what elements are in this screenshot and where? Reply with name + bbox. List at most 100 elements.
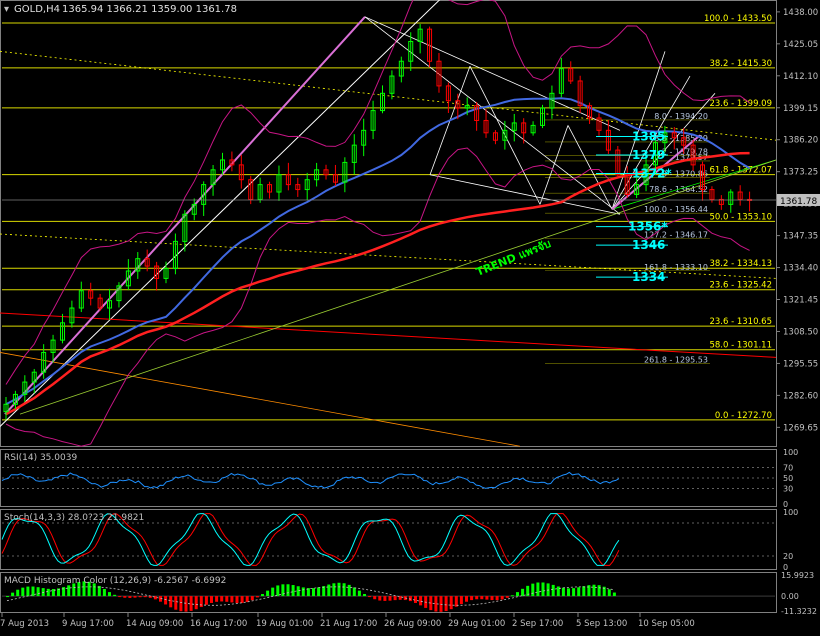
rsi-axis-label: 100	[783, 448, 798, 457]
price-axis-label: 1347.35	[783, 232, 818, 242]
rsi-line	[1, 471, 620, 489]
macd-histogram-bar	[510, 595, 514, 597]
macd-histogram-bar	[465, 596, 468, 602]
macd-histogram-bar	[612, 592, 616, 597]
macd-histogram-bar	[240, 596, 244, 603]
macd-histogram-bar	[531, 583, 535, 597]
price-axis-label: 1438.00	[783, 8, 818, 18]
macd-histogram-bar	[551, 584, 555, 597]
time-axis-label: 19 Aug 01:00	[256, 619, 313, 629]
macd-histogram-bar	[261, 594, 264, 597]
macd-histogram-bar	[393, 596, 397, 601]
rsi-axis-label: 30	[783, 484, 793, 493]
macd-histogram-bar	[567, 588, 570, 597]
macd-histogram-bar	[174, 596, 178, 610]
time-axis-label: 10 Sep 05:00	[638, 619, 695, 629]
macd-histogram-bar	[327, 584, 331, 597]
fib-level-label: 0.0 - 1272.70	[715, 411, 772, 421]
macd-title: MACD Histogram Color (12,26,9) -6.2567 -…	[4, 576, 226, 586]
macd-histogram-bar	[357, 590, 361, 597]
chart-header: ▾ GOLD,H4 1365.94 1366.21 1359.00 1361.7…	[4, 4, 237, 15]
macd-histogram-bar	[337, 582, 341, 597]
macd-histogram-bar	[286, 584, 290, 597]
macd-axis-label: -11.3232	[781, 607, 817, 616]
macd-histogram-bar	[485, 596, 489, 600]
macd-histogram-bar	[215, 596, 219, 602]
fib-level-label: 38.2 - 1334.13	[709, 259, 772, 269]
macd-histogram-bar	[480, 596, 484, 600]
macd-histogram-bar	[414, 596, 417, 603]
macd-histogram-bar	[556, 586, 560, 597]
macd-histogram-bar	[363, 593, 366, 597]
zigzag-segment	[539, 125, 569, 205]
macd-histogram-bar	[11, 592, 15, 597]
zigzag-segment	[567, 125, 613, 210]
chart-canvas[interactable]: 100.0 - 1433.50 38.2 - 1415.30 23.6 - 1399…	[0, 0, 820, 632]
price-axis-label: 1386.20	[783, 136, 818, 146]
target-level-label: 1346	[632, 238, 665, 252]
macd-histogram-bar	[388, 596, 392, 601]
macd-histogram-bar	[138, 596, 142, 598]
macd-histogram-bar	[444, 596, 448, 612]
macd-histogram-bar	[204, 596, 208, 605]
macd-histogram-bar	[368, 596, 372, 598]
macd-histogram-bar	[592, 584, 596, 597]
macd-histogram-bar	[118, 596, 122, 598]
time-axis-label: 29 Aug 01:00	[448, 619, 505, 629]
macd-histogram-bar	[184, 596, 188, 612]
current-price-value: 1361.78	[780, 197, 817, 207]
macd-histogram-bar	[561, 587, 565, 597]
target-level-label: 1385	[632, 130, 665, 144]
time-axis-label: 9 Aug 17:00	[62, 619, 114, 629]
price-axis-label: 1373.25	[783, 168, 818, 178]
macd-histogram-bar	[169, 596, 173, 608]
macd-histogram-bar	[230, 596, 234, 603]
macd-histogram-bar	[572, 588, 576, 597]
macd-histogram-bar	[291, 585, 295, 597]
macd-histogram-bar	[419, 596, 423, 606]
macd-histogram-bar	[102, 588, 106, 597]
macd-histogram-bar	[113, 594, 117, 597]
macd-histogram-bar	[301, 587, 305, 597]
macd-histogram-bar	[194, 596, 198, 610]
macd-histogram-bar	[373, 596, 377, 600]
macd-histogram-bar	[475, 596, 479, 600]
long-resistance-line-red	[0, 312, 777, 358]
time-axis-label: 21 Aug 17:00	[320, 619, 377, 629]
macd-histogram-bar	[255, 596, 259, 598]
stoch-axis-label: 100	[783, 508, 798, 517]
price-axis-label: 1412.10	[783, 72, 818, 82]
macd-histogram-bar	[342, 583, 346, 597]
macd-histogram-bar	[312, 588, 315, 597]
time-axis-label: 2 Sep 17:00	[512, 619, 563, 629]
time-axis-label: 7 Aug 2013	[0, 619, 49, 629]
macd-histogram-bar	[225, 596, 229, 602]
macd-histogram-bar	[123, 596, 127, 598]
macd-histogram-bar	[210, 596, 213, 603]
macd-histogram-bar	[266, 590, 270, 597]
target-level-label: 1334	[632, 270, 665, 284]
macd-histogram-bar	[276, 585, 280, 597]
bollinger-upper-band	[5, 0, 750, 385]
macd-histogram-bar	[245, 596, 249, 603]
axis-layer: 1438.00 1425.05 1412.10 1399.15 1386.20 1373.…	[0, 8, 820, 629]
dropdown-arrow-icon[interactable]: ▾	[4, 4, 9, 15]
macd-histogram-bar	[500, 596, 504, 600]
macd-histogram-bar	[108, 592, 111, 597]
macd-histogram-bar	[449, 596, 453, 610]
stoch-title: Stoch(14,3,3) 28.0?23 21.9821	[4, 513, 144, 523]
rsi-axis-label: 70	[783, 464, 793, 473]
price-axis-label: 1334.40	[783, 264, 818, 274]
stoch-axis-label: 20	[783, 552, 793, 561]
fib-level-label: 23.6 - 1310.65	[709, 317, 772, 327]
target-level-label: 1379	[632, 148, 665, 162]
macd-histogram-bar	[378, 596, 382, 601]
macd-histogram-bar	[505, 596, 509, 598]
price-axis-label: 1425.05	[783, 40, 818, 50]
macd-histogram-bar	[347, 584, 351, 597]
fib-level-label: 38.2 - 1415.30	[709, 59, 772, 69]
rsi-title: RSI(14) 35.0039	[4, 453, 77, 463]
ohlc-values: 1365.94 1366.21 1359.00 1361.78	[62, 4, 237, 15]
trend-annotation: TREND แพรจับ	[474, 237, 552, 279]
macd-histogram-bar	[143, 596, 147, 598]
